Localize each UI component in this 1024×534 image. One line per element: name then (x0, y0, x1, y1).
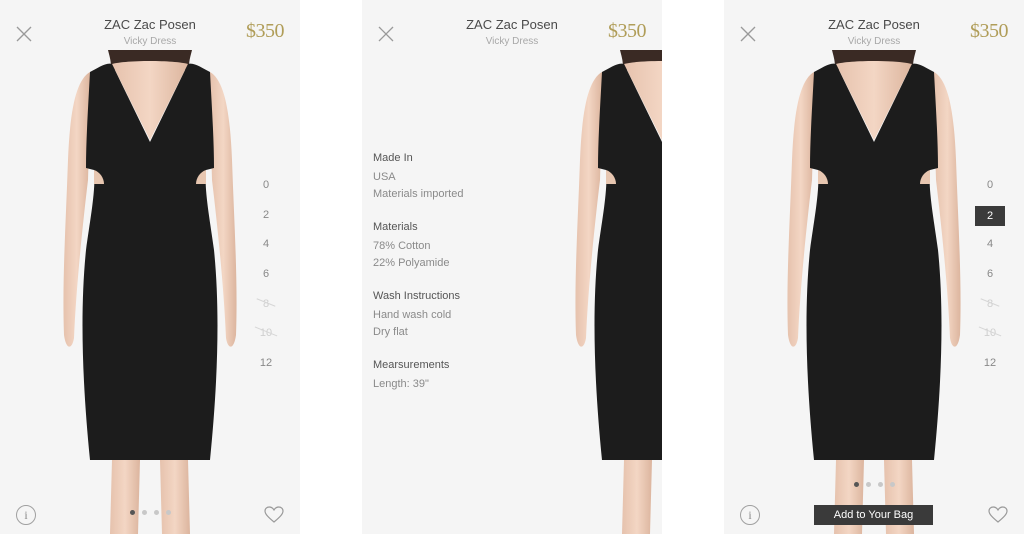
detail-title: Wash Instructions (373, 290, 461, 302)
detail-line: Length: 39" (373, 378, 429, 390)
product-name: Vicky Dress (123, 36, 177, 47)
carousel-dots[interactable] (724, 474, 1024, 492)
size-option-unavailable: 10 (972, 324, 1008, 354)
product-screen-details: ZAC Zac Posen Vicky Dress $350 Made In U… (362, 0, 662, 534)
detail-line: Materials imported (373, 188, 464, 200)
price: $350 (608, 20, 647, 42)
detail-title: Made In (373, 152, 413, 164)
product-header: ZAC Zac Posen Vicky Dress (60, 16, 240, 49)
close-icon[interactable] (14, 24, 34, 44)
size-option[interactable]: 12 (972, 354, 1008, 384)
carousel-dot[interactable] (165, 510, 171, 515)
detail-line: Hand wash cold (373, 309, 452, 321)
brand-name: ZAC Zac Posen (104, 17, 196, 32)
detail-title: Materials (373, 221, 418, 233)
info-icon[interactable]: i (16, 505, 36, 525)
product-header: ZAC Zac Posen Vicky Dress (784, 16, 964, 49)
size-option[interactable]: 6 (248, 265, 284, 295)
carousel-dot[interactable] (865, 482, 871, 487)
heart-icon[interactable] (264, 506, 284, 524)
product-screen-selected: ZAC Zac Posen Vicky Dress $350 0 2 4 6 8… (724, 0, 1024, 534)
size-option[interactable]: 0 (248, 176, 284, 206)
size-selector: 0 2 4 6 8 10 12 (972, 176, 1008, 384)
size-option[interactable]: 0 (972, 176, 1008, 206)
size-option[interactable]: 6 (972, 265, 1008, 295)
carousel-dots[interactable] (0, 502, 300, 520)
detail-measurements: Mearsurements Length: 39" (373, 357, 543, 393)
size-option-unavailable: 10 (248, 324, 284, 354)
size-option[interactable]: 12 (248, 354, 284, 384)
add-to-bag-button[interactable]: Add to Your Bag (814, 505, 933, 525)
size-option-unavailable: 8 (248, 295, 284, 325)
carousel-dot[interactable] (853, 482, 859, 487)
size-option-selected[interactable]: 2 (972, 205, 1008, 236)
product-name: Vicky Dress (847, 36, 901, 47)
price: $350 (970, 20, 1009, 42)
detail-title: Mearsurements (373, 359, 450, 371)
size-option[interactable]: 4 (248, 235, 284, 265)
detail-line: Dry flat (373, 326, 408, 338)
product-header: ZAC Zac Posen Vicky Dress (422, 16, 602, 49)
detail-materials: Materials 78% Cotton 22% Polyamide (373, 219, 543, 272)
detail-line: 78% Cotton (373, 240, 431, 252)
size-option[interactable]: 2 (248, 206, 284, 236)
size-option[interactable]: 4 (972, 235, 1008, 265)
price: $350 (246, 20, 285, 42)
product-details: Made In USA Materials imported Materials… (373, 150, 543, 409)
carousel-dot[interactable] (129, 510, 135, 515)
size-selector: 0 2 4 6 8 10 12 (248, 176, 284, 384)
product-image[interactable] (774, 50, 974, 534)
product-screen-sizes: ZAC Zac Posen Vicky Dress $350 0 2 4 6 8… (0, 0, 300, 534)
detail-line: USA (373, 171, 396, 183)
product-image[interactable] (50, 50, 250, 534)
detail-wash-instructions: Wash Instructions Hand wash cold Dry fla… (373, 288, 543, 341)
carousel-dot[interactable] (141, 510, 147, 515)
product-image[interactable] (562, 50, 662, 534)
close-icon[interactable] (738, 24, 758, 44)
product-name: Vicky Dress (485, 36, 539, 47)
carousel-dot[interactable] (889, 482, 895, 487)
brand-name: ZAC Zac Posen (828, 17, 920, 32)
carousel-dot[interactable] (153, 510, 159, 515)
detail-made-in: Made In USA Materials imported (373, 150, 543, 203)
detail-line: 22% Polyamide (373, 257, 450, 269)
carousel-dot[interactable] (877, 482, 883, 487)
close-icon[interactable] (376, 24, 396, 44)
brand-name: ZAC Zac Posen (466, 17, 558, 32)
info-icon[interactable]: i (740, 505, 760, 525)
size-option-unavailable: 8 (972, 295, 1008, 325)
heart-icon[interactable] (988, 506, 1008, 524)
